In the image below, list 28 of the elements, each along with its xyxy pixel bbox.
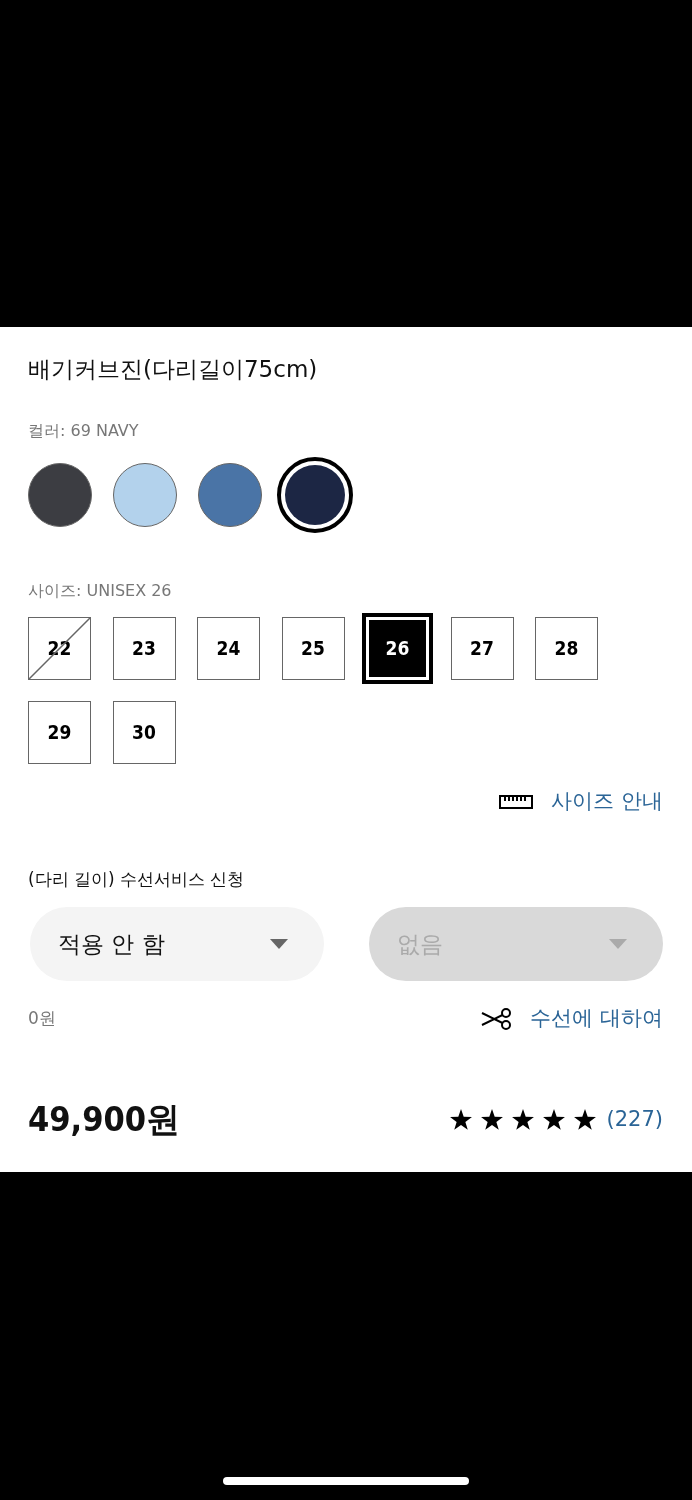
alteration-info-link[interactable]: 수선에 대하여 <box>530 1002 663 1035</box>
star-icon <box>542 1108 565 1130</box>
star-icon <box>449 1108 472 1130</box>
color-label: 컬러: 69 NAVY <box>28 419 140 442</box>
color-swatch[interactable] <box>285 464 345 525</box>
size-option[interactable]: 23 <box>112 616 176 680</box>
alteration-label: (다리 길이) 수선서비스 신청 <box>28 868 246 892</box>
ruler-icon <box>499 794 534 809</box>
product-title: 배기커브진(다리길이75cm) <box>28 355 319 384</box>
alteration-fee: 0원 <box>28 1006 56 1030</box>
size-option[interactable]: 24 <box>197 616 260 680</box>
review-count-link[interactable]: (227) <box>606 1104 663 1136</box>
caret-icon <box>270 938 288 949</box>
size-option[interactable]: 27 <box>450 616 514 680</box>
dropdown-select[interactable]: 적용 안 함 <box>30 906 324 981</box>
size-label: 사이즈: UNISEX 26 <box>28 579 173 602</box>
select-value: 적용 안 함 <box>58 929 165 959</box>
star-icon <box>480 1108 503 1130</box>
size-guide-link[interactable]: 사이즈 안내 <box>551 785 663 818</box>
size-option[interactable]: 25 <box>281 616 345 680</box>
star-icon <box>511 1108 534 1130</box>
size-option[interactable]: 28 <box>535 616 598 680</box>
caret-icon <box>609 938 627 949</box>
size-option[interactable]: 29 <box>28 700 91 764</box>
star-icon <box>573 1108 596 1130</box>
product-price: 49,900원 <box>28 1098 181 1142</box>
size-option[interactable]: 30 <box>112 700 176 764</box>
scissors-icon <box>480 1007 513 1030</box>
